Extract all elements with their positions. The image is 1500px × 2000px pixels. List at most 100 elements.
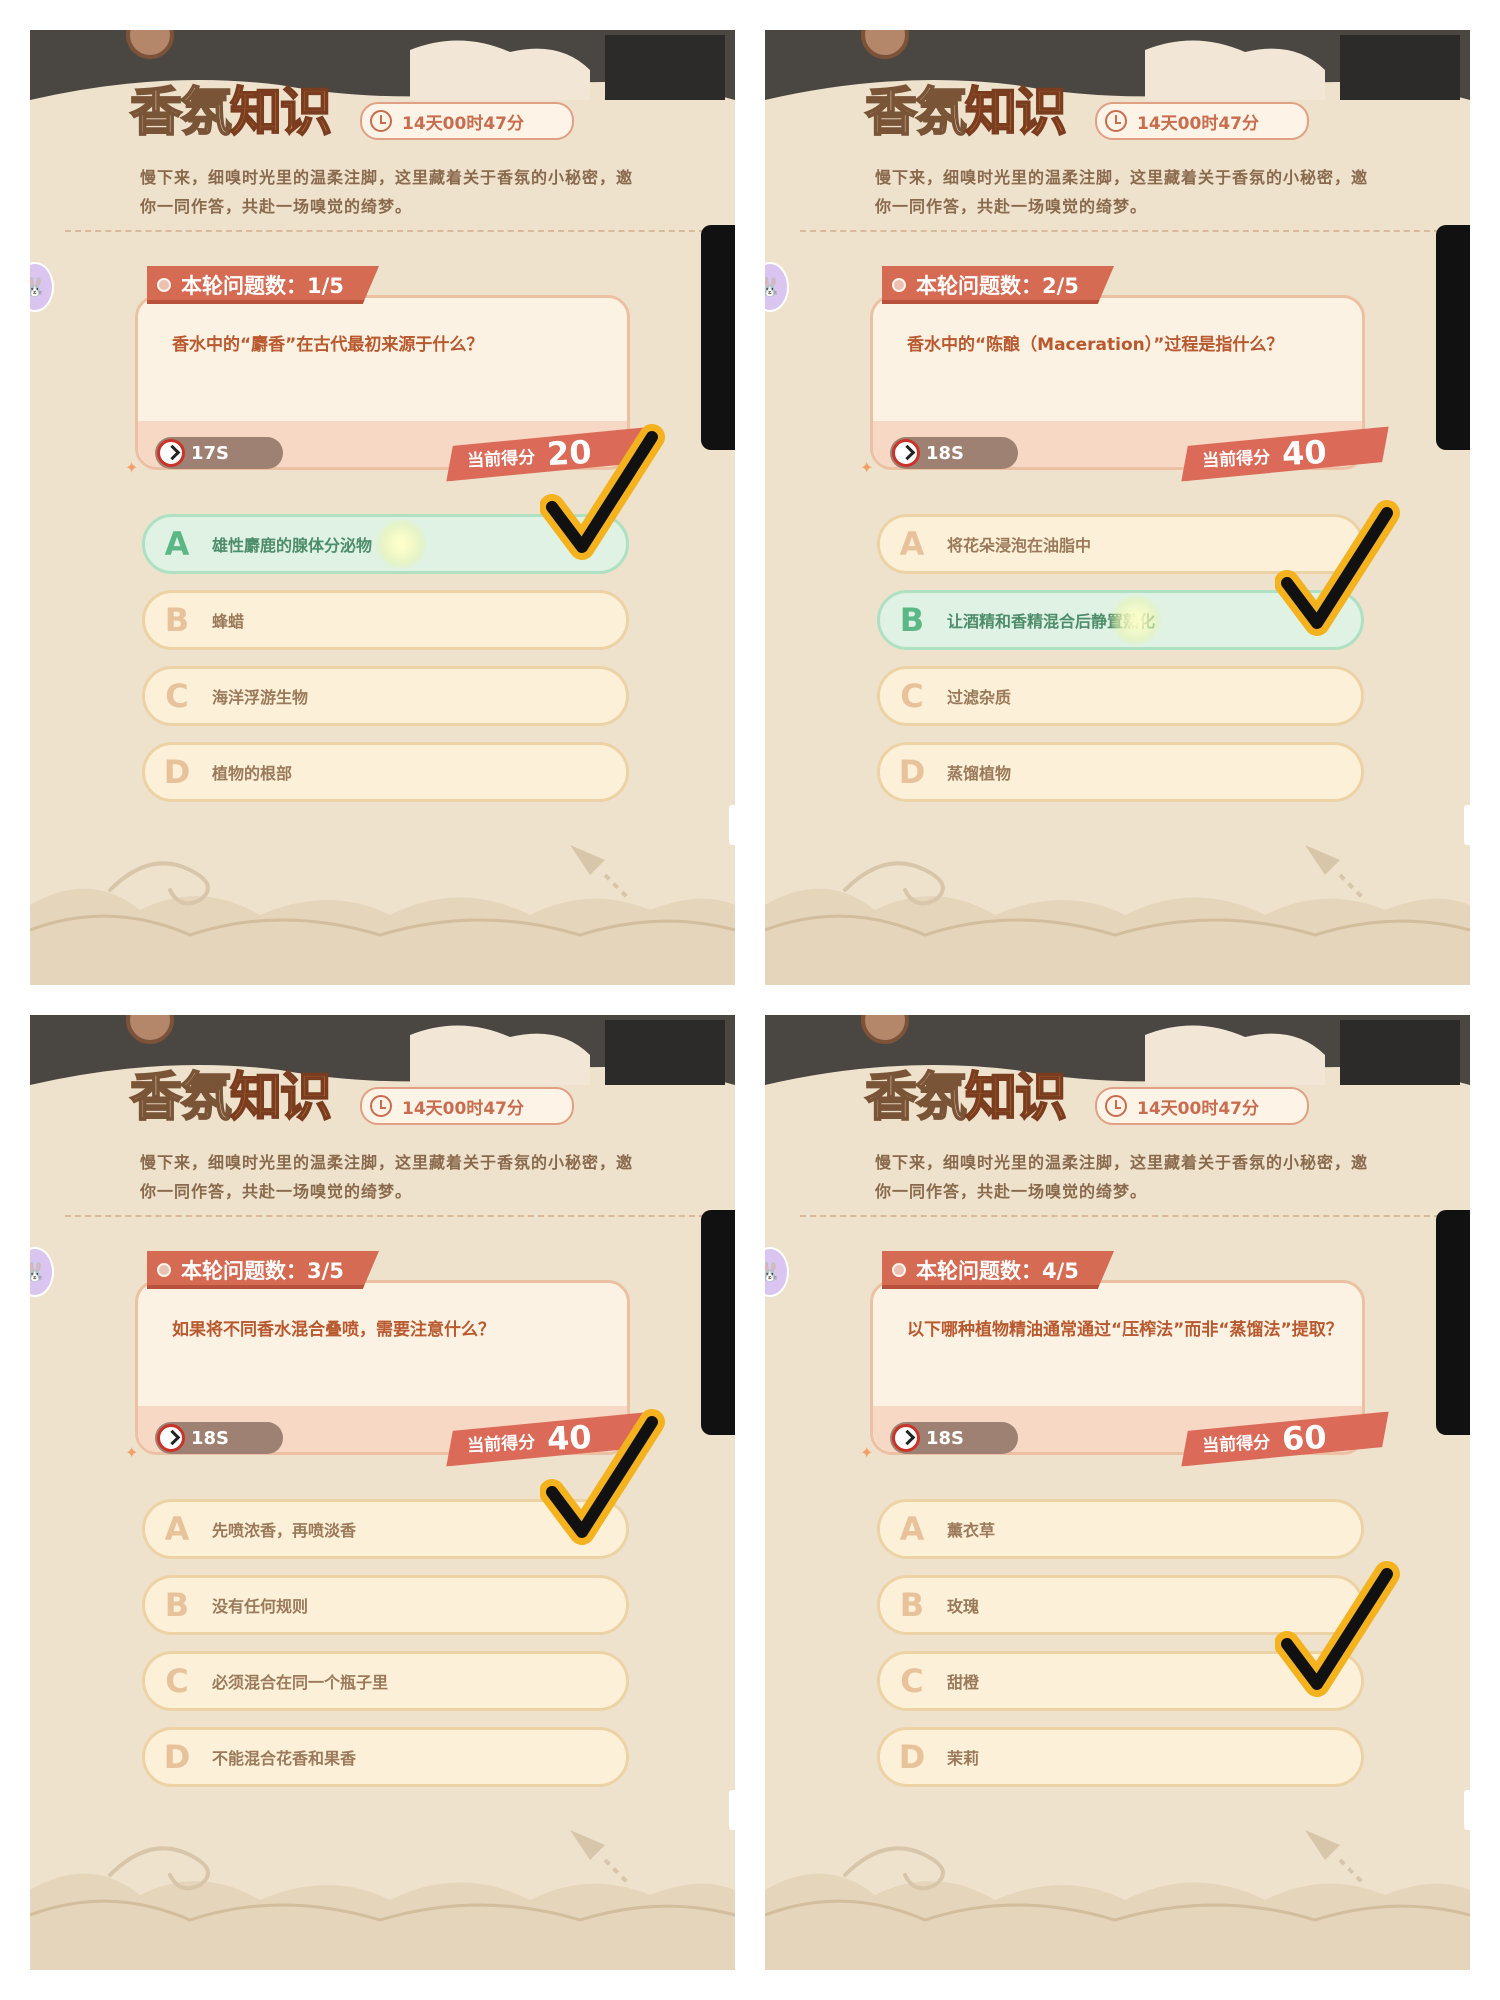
option-letter: B: [899, 601, 925, 639]
countdown-value: 17S: [191, 442, 230, 464]
side-tab[interactable]: [1464, 805, 1470, 845]
round-label: 本轮问题数：3/5: [181, 1259, 344, 1283]
answer-option-c[interactable]: C 必须混合在同一个瓶子里: [142, 1651, 629, 1711]
option-text: 玫瑰: [947, 1597, 980, 1616]
option-text: 必须混合在同一个瓶子里: [212, 1673, 389, 1692]
option-letter: A: [899, 1510, 925, 1548]
option-letter: C: [165, 677, 189, 715]
option-letter: A: [899, 525, 925, 563]
title-part-1: 香氛: [129, 82, 233, 144]
title-part-1: 香氛: [864, 82, 968, 144]
option-letter: A: [164, 525, 190, 563]
side-panel-handle[interactable]: [1436, 225, 1470, 450]
event-timer: 14天00时47分: [1095, 1087, 1309, 1125]
title-part-2: 知识: [229, 1067, 333, 1129]
score-label: 当前得分: [1201, 1432, 1271, 1456]
title-part-2: 知识: [964, 82, 1068, 144]
checkmark-icon: [540, 424, 665, 560]
answer-option-b[interactable]: B 没有任何规则: [142, 1575, 629, 1635]
question-text: 以下哪种植物精油通常通过“压榨法”而非“蒸馏法”提取？: [907, 1320, 1343, 1340]
page-title: 香氛知识: [864, 70, 1068, 144]
countdown-icon: [892, 1424, 920, 1452]
answer-option-c[interactable]: C 海洋浮游生物: [142, 666, 629, 726]
side-panel-handle[interactable]: [701, 225, 735, 450]
option-letter: C: [900, 677, 924, 715]
round-counter: 本轮问题数：2/5: [882, 266, 1114, 304]
quiz-screen-4: 香氛知识 14天00时47分 慢下来，细嗅时光里的温柔注脚，这里藏着关于香氛的小…: [765, 1015, 1470, 1970]
page-title: 香氛知识: [129, 70, 333, 144]
round-label: 本轮问题数：2/5: [916, 274, 1079, 298]
option-text: 蜂蜡: [212, 612, 245, 631]
option-text: 没有任何规则: [212, 1597, 309, 1616]
countdown-value: 18S: [191, 1427, 230, 1449]
clock-icon: [370, 1095, 392, 1117]
event-timer: 14天00时47分: [360, 1087, 574, 1125]
divider: [800, 1215, 1440, 1217]
answer-option-d[interactable]: D 茉莉: [877, 1727, 1364, 1787]
quiz-screen-1: 香氛知识 14天00时47分 慢下来，细嗅时光里的温柔注脚，这里藏着关于香氛的小…: [30, 30, 735, 985]
answer-option-d[interactable]: D 不能混合花香和果香: [142, 1727, 629, 1787]
countdown-value: 18S: [926, 1427, 965, 1449]
option-letter: D: [163, 753, 191, 791]
side-tab[interactable]: [729, 805, 735, 845]
option-letter: B: [164, 601, 190, 639]
answer-option-a[interactable]: A 薰衣草: [877, 1499, 1364, 1559]
answer-option-b[interactable]: B 蜂蜡: [142, 590, 629, 650]
option-text: 先喷浓香，再喷淡香: [212, 1521, 357, 1540]
option-letter: C: [900, 1662, 924, 1700]
option-letter: D: [898, 1738, 926, 1776]
option-text: 植物的根部: [212, 764, 293, 783]
score-label: 当前得分: [466, 447, 536, 471]
checkmark-icon: [1275, 1561, 1400, 1697]
sparkle-icon: ✦: [125, 1443, 139, 1462]
timer-text: 14天00时47分: [402, 1098, 524, 1119]
answer-option-d[interactable]: D 植物的根部: [142, 742, 629, 802]
score-label: 当前得分: [1201, 447, 1271, 471]
round-label: 本轮问题数：1/5: [181, 274, 344, 298]
page-title: 香氛知识: [864, 1055, 1068, 1129]
quiz-screen-3: 香氛知识 14天00时47分 慢下来，细嗅时光里的温柔注脚，这里藏着关于香氛的小…: [30, 1015, 735, 1970]
question-text: 香水中的“陈酿（Maceration）”过程是指什么？: [907, 335, 1284, 355]
round-dot-icon: [892, 1263, 906, 1277]
page-title: 香氛知识: [129, 1055, 333, 1129]
intro-text: 慢下来，细嗅时光里的温柔注脚，这里藏着关于香氛的小秘密，邀你一同作答，共赴一场嗅…: [140, 1153, 634, 1201]
sparkle-glow: [375, 518, 427, 570]
title-part-2: 知识: [964, 1067, 1068, 1129]
clock-icon: [370, 110, 392, 132]
countdown-timer: 18S: [890, 1422, 1018, 1454]
countdown-value: 18S: [926, 442, 965, 464]
round-dot-icon: [157, 1263, 171, 1277]
intro-text: 慢下来，细嗅时光里的温柔注脚，这里藏着关于香氛的小秘密，邀你一同作答，共赴一场嗅…: [140, 168, 634, 216]
event-timer: 14天00时47分: [1095, 102, 1309, 140]
round-dot-icon: [157, 278, 171, 292]
side-panel-handle[interactable]: [701, 1210, 735, 1435]
option-letter: D: [163, 1738, 191, 1776]
option-letter: A: [164, 1510, 190, 1548]
sparkle-icon: ✦: [860, 458, 874, 477]
side-panel-handle[interactable]: [1436, 1210, 1470, 1435]
timer-text: 14天00时47分: [1137, 113, 1259, 134]
divider: [65, 1215, 705, 1217]
timer-text: 14天00时47分: [402, 113, 524, 134]
timer-text: 14天00时47分: [1137, 1098, 1259, 1119]
option-text: 雄性麝鹿的腺体分泌物: [212, 536, 373, 555]
option-text: 过滤杂质: [947, 688, 1012, 707]
countdown-icon: [157, 1424, 185, 1452]
option-text: 茉莉: [947, 1749, 980, 1768]
divider: [800, 230, 1440, 232]
score-value: 60: [1281, 1417, 1328, 1459]
answer-option-c[interactable]: C 过滤杂质: [877, 666, 1364, 726]
intro-text: 慢下来，细嗅时光里的温柔注脚，这里藏着关于香氛的小秘密，邀你一同作答，共赴一场嗅…: [875, 168, 1369, 216]
answer-option-d[interactable]: D 蒸馏植物: [877, 742, 1364, 802]
option-letter: B: [164, 1586, 190, 1624]
event-timer: 14天00时47分: [360, 102, 574, 140]
option-text: 海洋浮游生物: [212, 688, 309, 707]
option-letter: D: [898, 753, 926, 791]
side-tab[interactable]: [1464, 1790, 1470, 1830]
countdown-timer: 18S: [155, 1422, 283, 1454]
round-counter: 本轮问题数：4/5: [882, 1251, 1114, 1289]
side-tab[interactable]: [729, 1790, 735, 1830]
option-text: 甜橙: [947, 1673, 980, 1692]
clock-icon: [1105, 1095, 1127, 1117]
round-counter: 本轮问题数：3/5: [147, 1251, 379, 1289]
